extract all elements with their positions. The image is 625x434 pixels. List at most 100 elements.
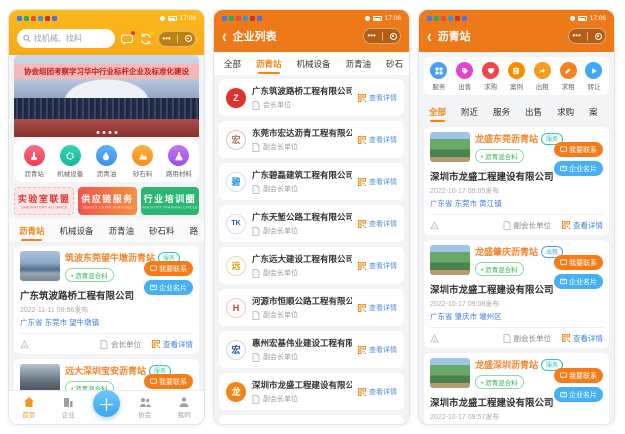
bizcard-button[interactable]: 企业名片 [554, 387, 603, 402]
station-header: 17:06 ‹ 沥青站 ••• [419, 10, 614, 52]
station-card[interactable]: 远大深圳宝安沥青站 服务 沥青混合料 我要联系 企业名片 广东远大建设工程有限公… [14, 359, 199, 390]
bizcard-button[interactable]: 企业名片 [554, 274, 603, 289]
nav-association[interactable]: 协会 [130, 396, 160, 419]
miniprogram-capsule[interactable]: ••• [158, 30, 196, 47]
view-detail-link[interactable]: 查看详情 [358, 261, 397, 271]
station-card[interactable]: 龙盛肇庆沥青站 出租 沥青混合料 我要联系 企业名片 深圳市龙盛工程建设有限公司… [424, 240, 609, 348]
company-card[interactable]: 碧 广东碧磊建筑工程有限公司 副会长单位 查看详情 [219, 163, 404, 200]
tab-asphalt-station[interactable]: 沥青站 [256, 52, 282, 75]
back-icon[interactable]: ‹ [427, 27, 432, 45]
droplet-icon [95, 145, 117, 166]
search-bar[interactable] [17, 29, 115, 48]
view-detail-link[interactable]: 查看详情 [573, 220, 603, 231]
tab-aggregate[interactable]: 砂石料 [149, 219, 175, 242]
chat-icon [560, 146, 567, 153]
category-road-material[interactable]: 路用材料 [162, 145, 196, 178]
station-card[interactable]: 筑波东莞望牛墩沥青站 服务 沥青混合料 我要联系 企业名片 广东筑波路桥工程有限… [14, 246, 199, 354]
category-asphalt-oil[interactable]: 沥青油 [89, 145, 123, 178]
more-icon[interactable]: ••• [572, 32, 580, 40]
contact-button[interactable]: 我要联系 [554, 368, 603, 383]
action-rent-out[interactable]: 出租 [530, 62, 555, 91]
company-card-partial[interactable] [219, 415, 404, 424]
location-text[interactable]: 广东省 肇庆市 端州区 [430, 311, 603, 322]
view-detail-link[interactable]: 查看详情 [163, 339, 193, 350]
doc-icon [252, 184, 260, 194]
tab-asphalt-oil[interactable]: 沥青油 [109, 219, 135, 242]
bizcard-button[interactable]: 企业名片 [144, 280, 193, 295]
miniprogram-capsule[interactable]: ••• [363, 28, 401, 44]
view-detail-link[interactable]: 查看详情 [358, 303, 397, 313]
contact-button[interactable]: 我要联系 [144, 374, 193, 389]
company-card[interactable]: TK 广东天堑公路工程有限公司 副会长单位 查看详情 [219, 205, 404, 242]
tab-all[interactable]: 全部 [429, 100, 446, 123]
tab-sell[interactable]: 出售 [525, 100, 542, 123]
back-icon[interactable]: ‹ [222, 27, 227, 45]
more-icon[interactable]: ••• [367, 32, 375, 40]
station-list[interactable]: 龙盛东莞沥青站 服务 沥青混合料 我要联系 企业名片 深圳市龙盛工程建设有限公司… [419, 123, 614, 424]
nav-mine[interactable]: 我的 [169, 396, 199, 419]
close-circle-icon[interactable] [389, 32, 397, 40]
view-detail-link[interactable]: 查看详情 [573, 333, 603, 344]
tab-road-material[interactable]: 路 [190, 219, 199, 242]
bizcard-button[interactable]: 企业名片 [554, 161, 603, 176]
station-list[interactable]: 筑波东莞望牛墩沥青站 服务 沥青混合料 我要联系 企业名片 广东筑波路桥工程有限… [9, 242, 204, 390]
tab-asphalt-oil[interactable]: 沥青油 [346, 52, 372, 75]
tab-nearby[interactable]: 附近 [461, 100, 478, 123]
tab-machinery[interactable]: 机械设备 [297, 52, 331, 75]
tab-service[interactable]: 服务 [493, 100, 510, 123]
category-machinery[interactable]: 机械设备 [53, 145, 87, 178]
battery-icon [167, 16, 177, 21]
search-input[interactable] [33, 34, 109, 43]
people-icon [139, 398, 151, 407]
view-detail-link[interactable]: 查看详情 [358, 219, 397, 229]
tab-aggregate[interactable]: 砂石 [386, 52, 403, 75]
nav-enterprise[interactable]: 企业 [53, 396, 83, 419]
view-detail-link[interactable]: 查看详情 [358, 177, 397, 187]
tab-asphalt-station[interactable]: 沥青站 [19, 219, 45, 242]
station-card[interactable]: 龙盛东莞沥青站 服务 沥青混合料 我要联系 企业名片 深圳市龙盛工程建设有限公司… [424, 127, 609, 235]
company-list[interactable]: Z 广东筑波路桥工程有限公司 会长单位 查看详情 宏 东莞市宏达沥青工程有限公司… [214, 75, 409, 424]
card-icon [560, 391, 567, 398]
location-text[interactable]: 广东省 东莞市 望牛墩镇 [20, 317, 193, 328]
close-circle-icon[interactable] [184, 35, 192, 42]
contact-button[interactable]: 我要联系 [144, 261, 193, 276]
station-card[interactable]: 龙盛深圳沥青站 服务 沥青混合料 我要联系 企业名片 深圳市龙盛工程建设有限公司… [424, 353, 609, 424]
tab-all[interactable]: 全部 [224, 52, 241, 75]
company-card[interactable]: 宏 东莞市宏达沥青工程有限公司 副会长单位 查看详情 [219, 121, 404, 158]
location-text[interactable]: 广东省 东莞市 黄江镇 [430, 198, 603, 209]
action-case[interactable]: 案例 [504, 62, 529, 91]
company-card[interactable]: Z 广东筑波路桥工程有限公司 会长单位 查看详情 [219, 79, 404, 116]
more-icon[interactable]: ••• [162, 34, 170, 43]
action-transfer[interactable]: 转让 [581, 62, 606, 91]
action-buy[interactable]: 求购 [478, 62, 503, 91]
category-aggregate[interactable]: 砂石料 [126, 145, 160, 178]
promo-supply-chain[interactable]: 供应链服务 SUPPLY CHAIN SERVICES [78, 187, 137, 215]
company-card[interactable]: H 河源市恒顺公路工程有限公司 副会长单位 查看详情 [219, 289, 404, 326]
company-card[interactable]: 远 广东远大建设工程有限公司 副会长单位 查看详情 [219, 247, 404, 284]
tab-case[interactable]: 案 [589, 100, 598, 123]
action-service[interactable]: 服务 [426, 62, 451, 91]
action-sell[interactable]: 出售 [452, 62, 477, 91]
contact-button[interactable]: 我要联系 [554, 255, 603, 270]
tab-machinery[interactable]: 机械设备 [60, 219, 94, 242]
promo-lab-alliance[interactable]: 实验室联盟 LABORATORY ALLIANCE [14, 187, 75, 215]
promo-training-circle[interactable]: 行业培训圈 INDUSTRY TRAINING CIRCLE [140, 187, 199, 215]
contact-button[interactable]: 我要联系 [554, 142, 603, 157]
doc-icon [252, 352, 260, 362]
view-detail-link[interactable]: 查看详情 [358, 135, 397, 145]
action-seek-rent[interactable]: 求租 [556, 62, 581, 91]
company-card[interactable]: 宏 惠州宏基伟业建设工程有限公司 副会长单位 查看详情 [219, 331, 404, 368]
publish-plus-button[interactable]: ＋ [92, 389, 120, 417]
nav-home[interactable]: 首页 [14, 396, 44, 419]
view-detail-link[interactable]: 查看详情 [358, 93, 397, 103]
refresh-icon[interactable] [139, 30, 154, 46]
company-card[interactable]: 龙 深圳市龙盛工程建设有限公司 副会长单位 查看详情 [219, 373, 404, 410]
miniprogram-capsule[interactable]: ••• [568, 28, 606, 44]
view-detail-link[interactable]: 查看详情 [358, 387, 397, 397]
tab-buy[interactable]: 求购 [557, 100, 574, 123]
category-asphalt-station[interactable]: 沥青站 [17, 145, 51, 178]
close-circle-icon[interactable] [594, 32, 602, 40]
view-detail-link[interactable]: 查看详情 [358, 345, 397, 355]
hero-banner[interactable]: 协会组团考察学习华中行业标杆企业及标准化建设 [14, 55, 199, 137]
message-icon[interactable] [120, 30, 135, 46]
